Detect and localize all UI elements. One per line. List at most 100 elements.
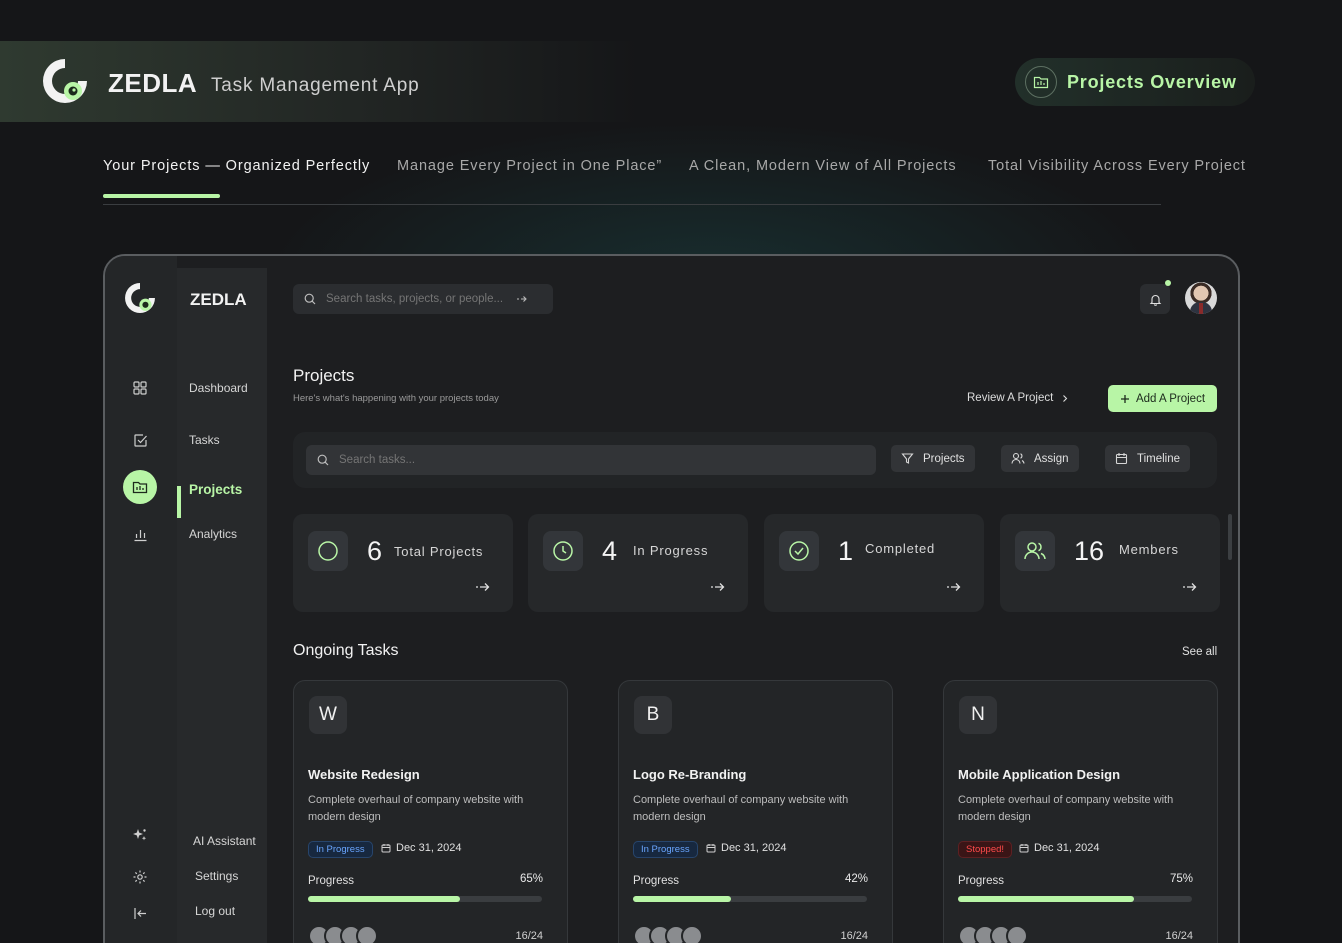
search-icon <box>304 293 316 305</box>
due-date-text: Dec 31, 2024 <box>1034 842 1099 854</box>
filter-timeline-label: Timeline <box>1137 453 1180 465</box>
stat-card-completed[interactable]: 1 Completed <box>764 514 984 612</box>
progress-fill <box>308 896 460 902</box>
clock-icon <box>543 531 583 571</box>
zedla-logo-icon <box>40 56 90 106</box>
bar-chart-icon[interactable] <box>130 524 150 544</box>
filter-bar: Projects Assign Timeline <box>293 432 1217 488</box>
project-initial: W <box>309 696 347 734</box>
filter-icon <box>901 452 914 465</box>
add-project-label: Add A Project <box>1136 393 1205 405</box>
status-badge: Stopped! <box>958 841 1012 858</box>
arrow-right-icon <box>946 582 962 592</box>
member-avatars <box>308 925 372 943</box>
member-avatars <box>958 925 1022 943</box>
progress-value: 65% <box>520 873 543 885</box>
status-badge: In Progress <box>308 841 373 858</box>
add-project-button[interactable]: Add A Project <box>1108 385 1217 412</box>
user-avatar[interactable] <box>1185 282 1217 314</box>
brand-subtitle: Task Management App <box>211 75 419 97</box>
plus-icon <box>1120 394 1130 404</box>
filter-assign-label: Assign <box>1034 453 1069 465</box>
task-description: Complete overhaul of company website wit… <box>633 792 863 826</box>
sparkle-icon[interactable] <box>130 825 150 845</box>
progress-label: Progress <box>958 875 1004 887</box>
calendar-icon <box>706 843 716 853</box>
filter-projects-label: Projects <box>923 453 965 465</box>
task-count: 16/24 <box>515 930 543 942</box>
arrow-right-icon <box>475 582 491 592</box>
filter-timeline-button[interactable]: Timeline <box>1105 445 1190 472</box>
review-project-label: Review A Project <box>967 392 1053 404</box>
due-date: Dec 31, 2024 <box>381 842 461 854</box>
folder-chart-icon <box>1025 66 1057 98</box>
users-icon <box>1015 531 1055 571</box>
hero-tabs-divider <box>103 204 1161 205</box>
sidebar-item-projects[interactable]: Projects <box>189 482 242 497</box>
task-title: Mobile Application Design <box>958 767 1120 782</box>
sidebar-item-tasks[interactable]: Tasks <box>189 433 220 447</box>
sidebar-item-dashboard[interactable]: Dashboard <box>189 381 248 395</box>
hero-tab-visibility[interactable]: Total Visibility Across Every Project <box>988 158 1246 174</box>
task-search[interactable] <box>306 445 876 475</box>
arrow-right-icon <box>1182 582 1198 592</box>
task-description: Complete overhaul of company website wit… <box>958 792 1188 826</box>
calendar-icon <box>1115 452 1128 465</box>
hero-tab-organized[interactable]: Your Projects — Organized Perfectly <box>103 158 370 174</box>
due-date: Dec 31, 2024 <box>1019 842 1099 854</box>
search-icon <box>317 454 329 466</box>
progress-bar <box>308 896 542 902</box>
hero-tabs: Your Projects — Organized Perfectly Mana… <box>103 158 1263 206</box>
task-search-input[interactable] <box>339 454 859 466</box>
progress-value: 42% <box>845 873 868 885</box>
zedla-logo-icon <box>123 281 157 315</box>
sidebar-item-settings[interactable]: Settings <box>195 869 238 883</box>
stat-value: 6 <box>367 536 382 567</box>
task-card[interactable]: B Logo Re-Branding Complete overhaul of … <box>618 680 893 943</box>
task-count: 16/24 <box>1165 930 1193 942</box>
logout-icon[interactable] <box>130 903 150 923</box>
stat-label: Total Projects <box>394 544 483 559</box>
filter-assign-button[interactable]: Assign <box>1001 445 1079 472</box>
stat-label: Completed <box>865 541 935 556</box>
filter-projects-button[interactable]: Projects <box>891 445 975 472</box>
gear-icon[interactable] <box>130 867 150 887</box>
global-search[interactable] <box>293 284 553 314</box>
scrollbar[interactable] <box>1228 514 1232 560</box>
projects-overview-badge[interactable]: Projects Overview <box>1015 58 1255 106</box>
hero-tab-manage[interactable]: Manage Every Project in One Place” <box>397 158 662 174</box>
page-title: Projects <box>293 366 354 386</box>
sidebar-item-ai-assistant[interactable]: AI Assistant <box>193 834 256 848</box>
check-square-icon[interactable] <box>130 430 150 450</box>
hero-tab-clean-view[interactable]: A Clean, Modern View of All Projects <box>689 158 956 174</box>
grid-icon[interactable] <box>130 378 150 398</box>
progress-label: Progress <box>308 875 354 887</box>
stat-card-total-projects[interactable]: 6 Total Projects <box>293 514 513 612</box>
arrow-right-icon <box>710 582 726 592</box>
users-icon <box>1011 452 1025 465</box>
sidebar-item-analytics[interactable]: Analytics <box>189 527 237 541</box>
notifications-button[interactable] <box>1140 284 1170 314</box>
hero-tab-active-indicator <box>103 194 220 198</box>
progress-fill <box>958 896 1134 902</box>
sidebar-brand: ZEDLA <box>190 290 247 310</box>
sidebar-item-logout[interactable]: Log out <box>195 904 235 918</box>
main-content: Projects Here's what's happening with yo… <box>267 256 1238 943</box>
progress-bar <box>958 896 1192 902</box>
stat-label: Members <box>1119 542 1179 557</box>
check-circle-icon <box>779 531 819 571</box>
brand-name: ZEDLA <box>108 68 197 99</box>
stat-card-in-progress[interactable]: 4 In Progress <box>528 514 748 612</box>
task-card[interactable]: W Website Redesign Complete overhaul of … <box>293 680 568 943</box>
app-window: ZEDLA Dashboard Tasks Projects Analytics… <box>103 254 1240 943</box>
stat-card-members[interactable]: 16 Members <box>1000 514 1220 612</box>
review-project-link[interactable]: Review A Project <box>967 392 1069 404</box>
circle-icon <box>308 531 348 571</box>
projects-overview-label: Projects Overview <box>1067 72 1237 93</box>
folder-icon[interactable] <box>123 470 157 504</box>
see-all-link[interactable]: See all <box>1182 646 1217 658</box>
notification-dot <box>1165 280 1171 286</box>
task-card[interactable]: N Mobile Application Design Complete ove… <box>943 680 1218 943</box>
global-search-input[interactable] <box>326 293 516 305</box>
sidebar-nav: ZEDLA Dashboard Tasks Projects Analytics… <box>177 268 267 943</box>
